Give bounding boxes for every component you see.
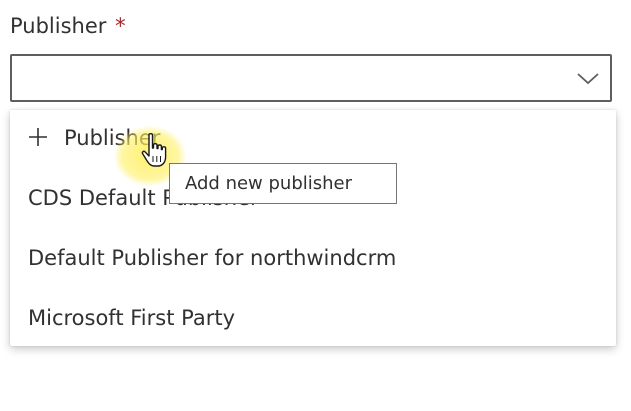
add-publisher-option[interactable]: Publisher	[10, 110, 616, 166]
publisher-option-default-northwindcrm[interactable]: Default Publisher for northwindcrm	[10, 230, 616, 286]
publisher-field-label: Publisher *	[10, 12, 126, 40]
add-option-label: Publisher	[64, 126, 161, 150]
add-new-publisher-tooltip: Add new publisher	[169, 163, 397, 204]
chevron-down-icon[interactable]	[576, 68, 600, 88]
required-marker: *	[115, 14, 126, 38]
plus-icon	[29, 128, 47, 146]
publisher-dropdown-list: Publisher CDS Default Publisher Default …	[10, 110, 616, 346]
publisher-combobox[interactable]	[10, 54, 612, 102]
field-label-text: Publisher	[10, 14, 107, 38]
publisher-option-microsoft-first-party[interactable]: Microsoft First Party	[10, 290, 616, 346]
